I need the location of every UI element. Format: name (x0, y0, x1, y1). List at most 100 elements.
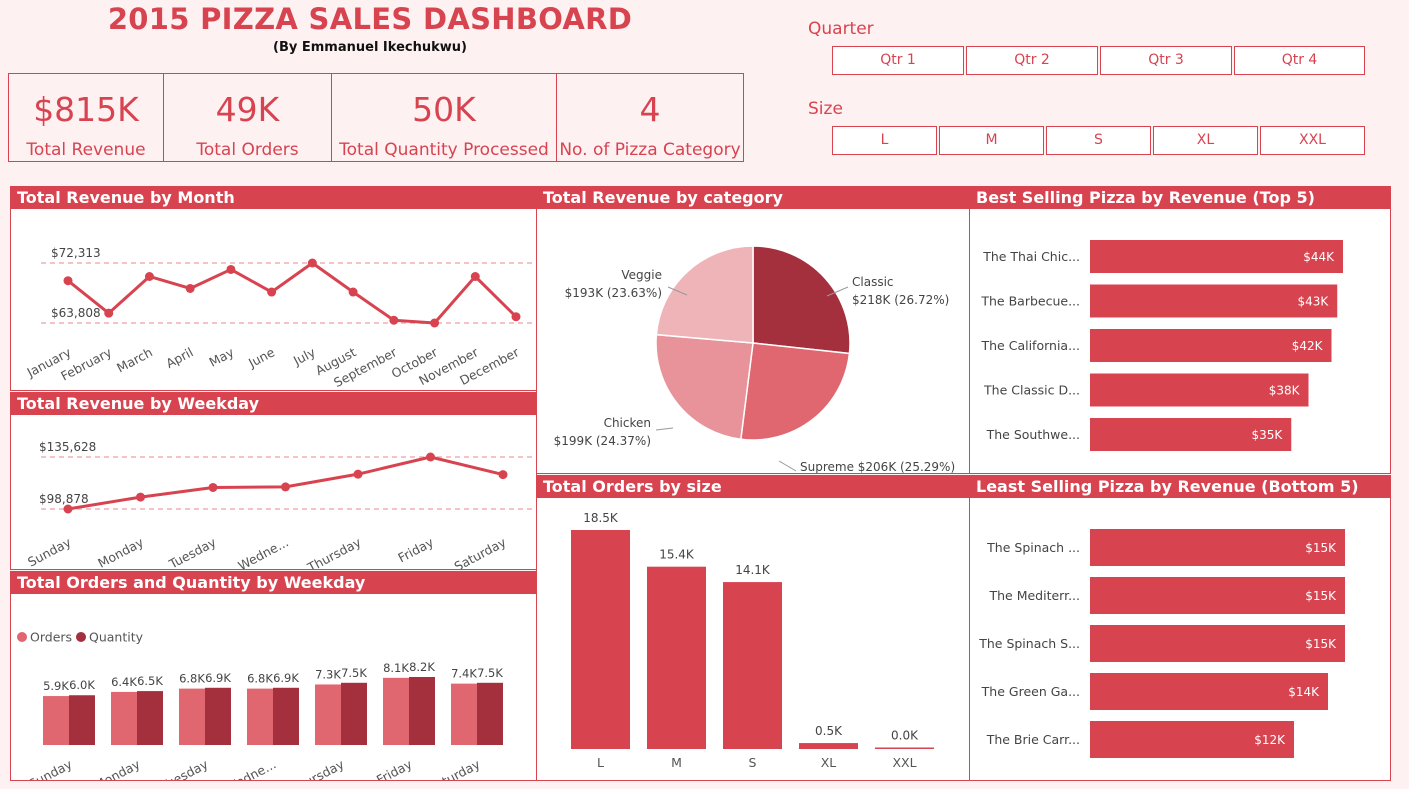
kpi-label: No. of Pizza Category (559, 140, 741, 160)
data-label: $43K (1297, 295, 1329, 309)
data-label: $15K (1305, 541, 1337, 555)
pie-slice (752, 245, 851, 355)
series-line (67, 261, 518, 325)
legend-swatch (76, 632, 86, 642)
kpi-total-revenue: $815K Total Revenue (8, 73, 164, 162)
data-point (63, 504, 73, 514)
y-tick-label: The Green Ga... (981, 684, 1080, 699)
least-selling-panel: Least Selling Pizza by Revenue (Bottom 5… (969, 475, 1391, 781)
data-label: 6.0K (69, 678, 95, 692)
slice-name: Veggie (621, 268, 662, 282)
data-point (208, 482, 218, 492)
y-tick-label: The California... (981, 338, 1081, 353)
data-label: 0.0K (891, 729, 919, 743)
leader-line (655, 427, 674, 431)
best-selling-chart: The Thai Chic... $44K The Barbecue... $43K T… (980, 240, 1343, 451)
kpi-label: Total Revenue (26, 140, 146, 160)
leader-line (778, 460, 797, 472)
x-tick-label: March (114, 344, 155, 375)
orders-by-size-panel: Total Orders by size 18.5K L 15.4K M 14.1K S 0… (536, 475, 970, 781)
bar (205, 687, 231, 745)
data-point (281, 482, 290, 492)
y-tick-label: The Thai Chic... (982, 249, 1080, 264)
bar (571, 530, 630, 749)
max-reference-label: $135,628 (39, 440, 96, 454)
x-tick-label: Sunday (26, 756, 75, 781)
bar (451, 683, 477, 745)
data-label: 0.5K (815, 724, 843, 738)
data-label: 14.1K (735, 563, 771, 577)
quarter-option-qtr-1[interactable]: Qtr 1 (832, 46, 964, 75)
data-point (470, 271, 480, 281)
y-tick-label: The Spinach S... (978, 636, 1080, 651)
x-tick-label: L (597, 755, 604, 770)
revenue-by-category-panel: Total Revenue by category Classic $218K (… (536, 186, 970, 474)
pie-slice (655, 245, 754, 344)
panel-title: Best Selling Pizza by Revenue (Top 5) (970, 187, 1390, 209)
x-tick-label: May (206, 344, 236, 370)
orders-quantity-chart: Orders Quantity 5.9K 6.0K Sunday 6.4K 6.5K Mond… (17, 630, 503, 781)
x-tick-label: XL (821, 755, 837, 770)
data-label: 7.4K (451, 667, 477, 681)
quarter-slicer-title: Quarter (808, 19, 874, 39)
panel-title: Least Selling Pizza by Revenue (Bottom 5… (970, 476, 1390, 498)
data-label: 7.3K (315, 667, 341, 681)
x-tick-label: Thursday (304, 534, 364, 570)
y-tick-label: The Classic D... (983, 383, 1080, 398)
data-label: 7.5K (341, 666, 367, 680)
panel-title: Total Revenue by Weekday (11, 393, 536, 415)
quarter-option-qtr-4[interactable]: Qtr 4 (1234, 46, 1365, 75)
data-point (307, 258, 317, 268)
bar (647, 566, 706, 749)
panel-title: Total Revenue by category (537, 187, 969, 209)
size-option-m[interactable]: M (939, 126, 1044, 155)
bar (69, 695, 95, 745)
panel-title: Total Revenue by Month (11, 187, 536, 209)
data-point (63, 276, 73, 286)
slice-value: $193K (23.63%) (565, 286, 662, 300)
quarter-option-qtr-2[interactable]: Qtr 2 (966, 46, 1098, 75)
size-option-xxl[interactable]: XXL (1260, 126, 1365, 155)
bar (111, 691, 137, 745)
x-tick-label: Tuesday (158, 756, 211, 781)
data-label: 7.5K (477, 666, 503, 680)
orders-quantity-panel: Total Orders and Quantity by Weekday Ord… (10, 571, 537, 781)
page-title: 2015 PIZZA SALES DASHBOARD (107, 2, 633, 36)
kpi-total-quantity: 50K Total Quantity Processed (331, 73, 557, 162)
bar (273, 687, 299, 745)
data-label: 6.8K (179, 672, 205, 686)
quarter-option-qtr-3[interactable]: Qtr 3 (1100, 46, 1232, 75)
y-tick-label: The Southwe... (986, 427, 1080, 442)
revenue-by-month-panel: Total Revenue by Month $72,313 $63,808 Jan… (10, 186, 537, 391)
data-label: $44K (1303, 250, 1335, 264)
x-tick-label: Monday (92, 756, 143, 781)
x-tick-label: Tuesday (166, 534, 219, 570)
data-point (498, 470, 508, 480)
kpi-value: 50K (412, 90, 476, 129)
data-point (267, 287, 277, 297)
best-selling-panel: Best Selling Pizza by Revenue (Top 5) Th… (969, 186, 1391, 474)
size-option-s[interactable]: S (1046, 126, 1151, 155)
min-reference-label: $63,808 (51, 306, 101, 320)
y-tick-label: The Mediterr... (988, 588, 1080, 603)
x-tick-label: Friday (395, 534, 436, 565)
bar (341, 682, 367, 745)
bar (723, 582, 782, 749)
x-tick-label: June (245, 344, 277, 371)
pie-slice (655, 333, 754, 441)
bar (477, 682, 503, 745)
slice-value: $218K (26.72%) (852, 293, 949, 307)
panel-title: Total Orders and Quantity by Weekday (11, 572, 536, 594)
bar (383, 677, 409, 745)
data-label: $12K (1254, 733, 1286, 747)
size-option-l[interactable]: L (832, 126, 937, 155)
x-tick-label: S (749, 755, 757, 770)
data-point (430, 318, 440, 328)
data-label: $15K (1305, 589, 1337, 603)
size-option-xl[interactable]: XL (1153, 126, 1258, 155)
kpi-label: Total Orders (196, 140, 299, 160)
slice-value: $199K (24.37%) (554, 434, 651, 448)
orders-by-size-chart: 18.5K L 15.4K M 14.1K S 0.5K XL 0.0K XXL (571, 511, 934, 770)
x-tick-label: Thursday (287, 756, 347, 781)
bar (799, 743, 858, 749)
